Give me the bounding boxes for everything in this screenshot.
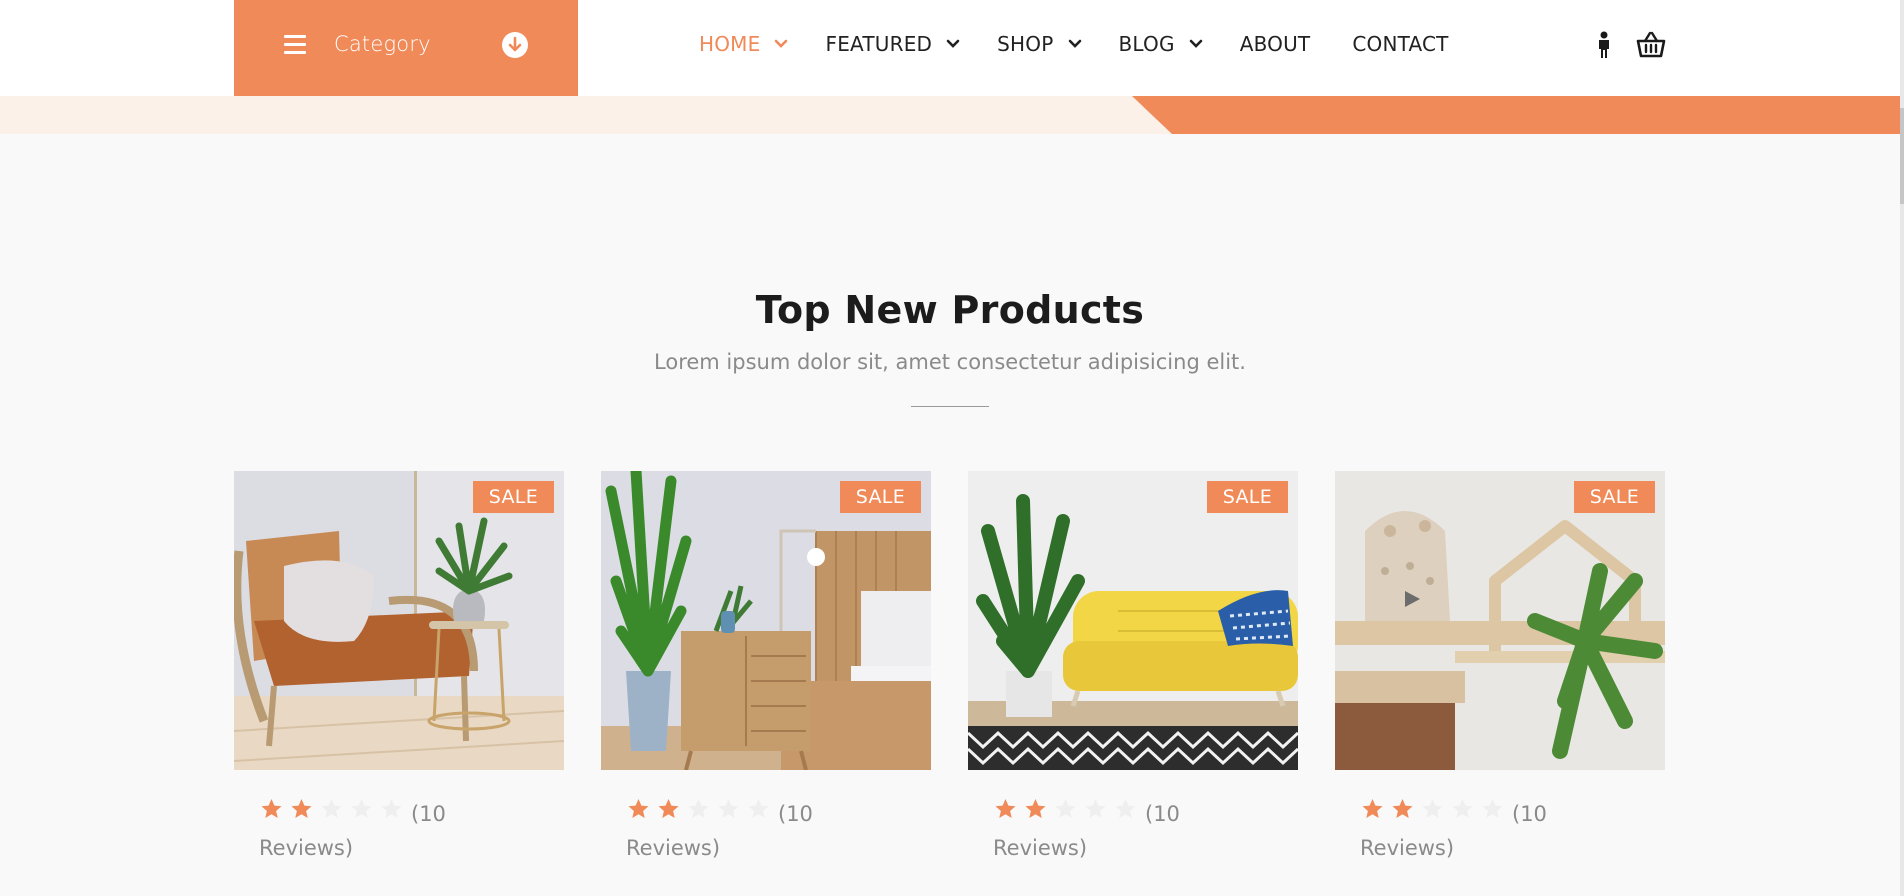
basket-icon[interactable] bbox=[1636, 30, 1666, 58]
product-card[interactable]: SALE (10 Reviews) bbox=[1335, 471, 1665, 860]
sale-badge: SALE bbox=[839, 481, 921, 513]
chevron-down-icon bbox=[1189, 39, 1203, 48]
chevron-down-icon bbox=[946, 39, 960, 48]
person-icon[interactable] bbox=[1594, 31, 1614, 59]
chevron-down-icon bbox=[1068, 39, 1081, 48]
product-image[interactable]: SALE bbox=[968, 471, 1298, 770]
nav-shop-label: SHOP bbox=[997, 32, 1054, 56]
review-count[interactable]: (10 Reviews) bbox=[993, 797, 1213, 865]
page-scrollbar[interactable] bbox=[1900, 0, 1904, 896]
nav-shop[interactable]: SHOP bbox=[997, 32, 1081, 56]
section-subtitle: Lorem ipsum dolor sit, amet consectetur … bbox=[654, 350, 1246, 374]
product-card[interactable]: SALE (10 Reviews) bbox=[234, 471, 564, 860]
nav-home[interactable]: HOME bbox=[699, 32, 788, 56]
hamburger-icon bbox=[284, 35, 306, 55]
product-image[interactable]: SALE bbox=[601, 471, 931, 770]
nav-home-label: HOME bbox=[699, 32, 761, 56]
review-count[interactable]: (10 Reviews) bbox=[626, 797, 846, 865]
nav-about[interactable]: ABOUT bbox=[1240, 32, 1311, 56]
nav-featured-label: FEATURED bbox=[825, 32, 933, 56]
arrow-down-circle-icon[interactable] bbox=[502, 32, 528, 58]
nav-blog-label: BLOG bbox=[1118, 32, 1175, 56]
nav-featured[interactable]: FEATURED bbox=[825, 32, 960, 56]
nav-contact-label: CONTACT bbox=[1352, 32, 1449, 56]
nav-blog[interactable]: BLOG bbox=[1119, 32, 1203, 56]
decorative-accent-strip bbox=[1132, 96, 1900, 134]
category-menu-button[interactable]: Category bbox=[234, 0, 578, 96]
product-card[interactable]: SALE (10 Reviews) bbox=[601, 471, 931, 860]
product-image[interactable]: SALE bbox=[1335, 471, 1665, 770]
nav-about-label: ABOUT bbox=[1239, 32, 1311, 56]
sale-badge: SALE bbox=[472, 481, 554, 513]
category-label: Category bbox=[334, 32, 431, 56]
scrollbar-thumb[interactable] bbox=[1900, 108, 1904, 204]
main-nav: HOME FEATURED SHOP BLOG ABOUT CONTACT bbox=[699, 32, 1491, 56]
review-count[interactable]: (10 Reviews) bbox=[259, 797, 479, 865]
site-header: Category HOME FEATURED SHOP BLOG ABOUT C… bbox=[0, 0, 1900, 96]
product-card[interactable]: SALE (10 Reviews) bbox=[968, 471, 1298, 860]
sale-badge: SALE bbox=[1206, 481, 1288, 513]
review-count[interactable]: (10 Reviews) bbox=[1360, 797, 1580, 865]
sale-badge: SALE bbox=[1573, 481, 1655, 513]
nav-contact[interactable]: CONTACT bbox=[1352, 32, 1448, 56]
section-title: Top New Products bbox=[755, 288, 1145, 332]
product-image[interactable]: SALE bbox=[234, 471, 564, 770]
chevron-down-icon bbox=[775, 39, 788, 48]
section-divider bbox=[911, 406, 989, 407]
